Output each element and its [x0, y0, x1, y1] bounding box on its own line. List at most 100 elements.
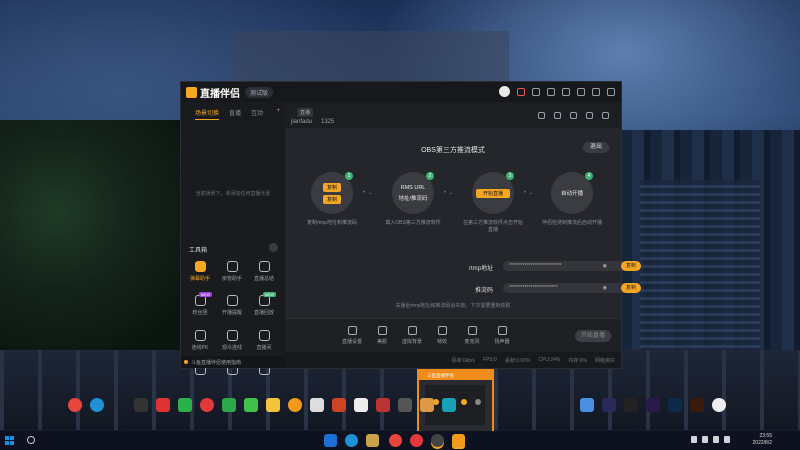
- tool-room[interactable]: 直播间: [249, 330, 279, 351]
- start-live-button[interactable]: 开始直播: [575, 330, 611, 342]
- live-companion-task-icon[interactable]: [452, 434, 465, 447]
- mic-button[interactable]: 麦克风: [457, 326, 487, 345]
- play-icon[interactable]: [222, 398, 236, 412]
- tool-room-admin[interactable]: 房管助手: [217, 261, 247, 282]
- app-icon[interactable]: [134, 398, 148, 412]
- tab-scene[interactable]: 场景切换: [195, 108, 220, 120]
- game-icon[interactable]: [332, 398, 346, 412]
- photoshop-icon[interactable]: [668, 398, 682, 412]
- mail-icon[interactable]: [354, 398, 368, 412]
- menu-icon[interactable]: [562, 87, 570, 96]
- copy-step-button[interactable]: 复制: [322, 182, 341, 192]
- background-window: [233, 31, 509, 83]
- ime-icon[interactable]: [724, 436, 730, 443]
- app-icon[interactable]: [376, 398, 390, 412]
- tool-danmu[interactable]: 弹幕助手: [185, 261, 215, 282]
- step-1-caption: 复制rtmp地址和推流码: [306, 220, 357, 226]
- tool-fans[interactable]: NEW 粉丝团: [185, 292, 215, 316]
- remind-icon: [226, 295, 238, 306]
- step-3: 开始直播 3: [472, 172, 514, 214]
- status-fps: FPS:0: [482, 357, 497, 363]
- copy-step-button-2[interactable]: 复制: [322, 194, 341, 204]
- chrome-task-icon[interactable]: [389, 434, 402, 447]
- after-effects-icon[interactable]: [646, 398, 660, 412]
- windows-start-icon[interactable]: [5, 436, 14, 445]
- room-header: 直播 jianfadu 1325: [285, 102, 621, 128]
- user-avatar[interactable]: [499, 86, 510, 97]
- version-chip[interactable]: 测试版: [245, 86, 274, 98]
- feishu-icon[interactable]: [580, 398, 594, 412]
- message-icon[interactable]: [517, 87, 525, 96]
- clock[interactable]: 23:55 2022/8/2: [753, 433, 772, 447]
- edge-icon[interactable]: [90, 398, 104, 412]
- shirt-icon[interactable]: [547, 87, 555, 96]
- gift-icon[interactable]: [538, 112, 545, 119]
- tools-title: 工具箱: [189, 248, 208, 254]
- tab-interact[interactable]: 互动: [251, 108, 263, 120]
- illustrator-icon[interactable]: [690, 398, 704, 412]
- add-scene-icon[interactable]: +: [276, 108, 280, 120]
- wechat-icon[interactable]: [178, 398, 192, 412]
- edge-task-icon[interactable]: [345, 434, 358, 447]
- copy-rtmp-button[interactable]: 复制: [621, 261, 641, 271]
- tools-settings-icon[interactable]: [269, 243, 278, 252]
- eye-icon[interactable]: ◉: [603, 285, 607, 291]
- douyu-icon[interactable]: [288, 398, 302, 412]
- app-icon[interactable]: [310, 398, 324, 412]
- minimize-icon[interactable]: [577, 87, 585, 96]
- tool-pk[interactable]: 连线PK: [185, 330, 215, 351]
- speaker-button[interactable]: 扬声器: [487, 326, 517, 345]
- live-companion-window[interactable]: 直播伴侣 测试版 场景切换 直播 互动 + 当前场景下，未添加任何直播元素 工具…: [180, 81, 641, 375]
- tencent-video-icon[interactable]: [266, 398, 280, 412]
- app-icon[interactable]: [420, 398, 434, 412]
- theme-icon[interactable]: [532, 87, 540, 96]
- tray-arrow-icon[interactable]: [691, 436, 697, 443]
- emoji-icon[interactable]: [570, 112, 577, 119]
- app-icon[interactable]: [712, 398, 726, 412]
- settings-icon[interactable]: [602, 112, 609, 119]
- qq-icon[interactable]: [156, 398, 170, 412]
- guide-notice[interactable]: 斗鱼直播伴侣使用指南: [181, 356, 285, 368]
- copy-key-button[interactable]: 复制: [621, 283, 641, 293]
- exit-button[interactable]: 退出: [583, 142, 609, 153]
- beauty-button[interactable]: 美颜: [367, 326, 397, 345]
- eye-icon[interactable]: ◉: [603, 263, 607, 269]
- app-brand: 直播伴侣: [200, 88, 240, 100]
- title-bar[interactable]: 直播伴侣 测试版: [181, 82, 621, 102]
- empty-scene-message: 当前场景下，未添加任何直播元素: [195, 191, 271, 197]
- bell-icon[interactable]: [586, 112, 593, 119]
- step-2-caption: 填入OBS第三方推流软件: [385, 220, 441, 226]
- tool-replay[interactable]: NEW 直播回放: [249, 292, 279, 316]
- live-settings-button[interactable]: 直播设置: [337, 326, 367, 345]
- tool-audience-link[interactable]: 观众连线: [217, 330, 247, 351]
- folder-icon[interactable]: [366, 434, 379, 447]
- obs-task-icon[interactable]: [431, 434, 444, 447]
- app-icon[interactable]: [442, 398, 456, 412]
- effects-button[interactable]: 特效: [427, 326, 457, 345]
- iqiyi-icon[interactable]: [244, 398, 258, 412]
- network-icon[interactable]: [702, 436, 708, 443]
- tool-remind[interactable]: 开播提醒: [217, 295, 247, 316]
- app-icon[interactable]: [398, 398, 412, 412]
- rtmp-field[interactable]: *************************** ◉ 复制: [503, 261, 641, 271]
- netease-task-icon[interactable]: [410, 434, 423, 447]
- windows-taskbar: 23:55 2022/8/2: [0, 431, 800, 450]
- maximize-icon[interactable]: [592, 87, 600, 96]
- tool-summary[interactable]: 直播总结: [249, 261, 279, 282]
- hint-text: 关播后rtmp地址和推流码会失效，下次需要重新获取: [395, 303, 511, 309]
- search-icon[interactable]: [27, 436, 35, 444]
- volume-icon[interactable]: [713, 436, 719, 443]
- virtual-bg-button[interactable]: 虚拟背景: [397, 326, 427, 345]
- lock-icon[interactable]: [554, 112, 561, 119]
- capcut-icon[interactable]: [624, 398, 638, 412]
- clock-time: 23:55: [759, 433, 772, 439]
- stream-key-field[interactable]: ************************* ◉ 复制: [503, 283, 641, 293]
- premiere-icon[interactable]: [602, 398, 616, 412]
- app-logo: 直播伴侣: [186, 85, 240, 100]
- chrome-icon[interactable]: [68, 398, 82, 412]
- close-icon[interactable]: [607, 87, 615, 96]
- file-explorer-icon[interactable]: [324, 434, 337, 447]
- tab-live[interactable]: 直播: [229, 108, 241, 120]
- netease-music-icon[interactable]: [200, 398, 214, 412]
- obs-mode-panel: OBS第三方推流模式 退出 复制 复制 1 • → RMS URL 地址/推流码 2…: [285, 128, 641, 318]
